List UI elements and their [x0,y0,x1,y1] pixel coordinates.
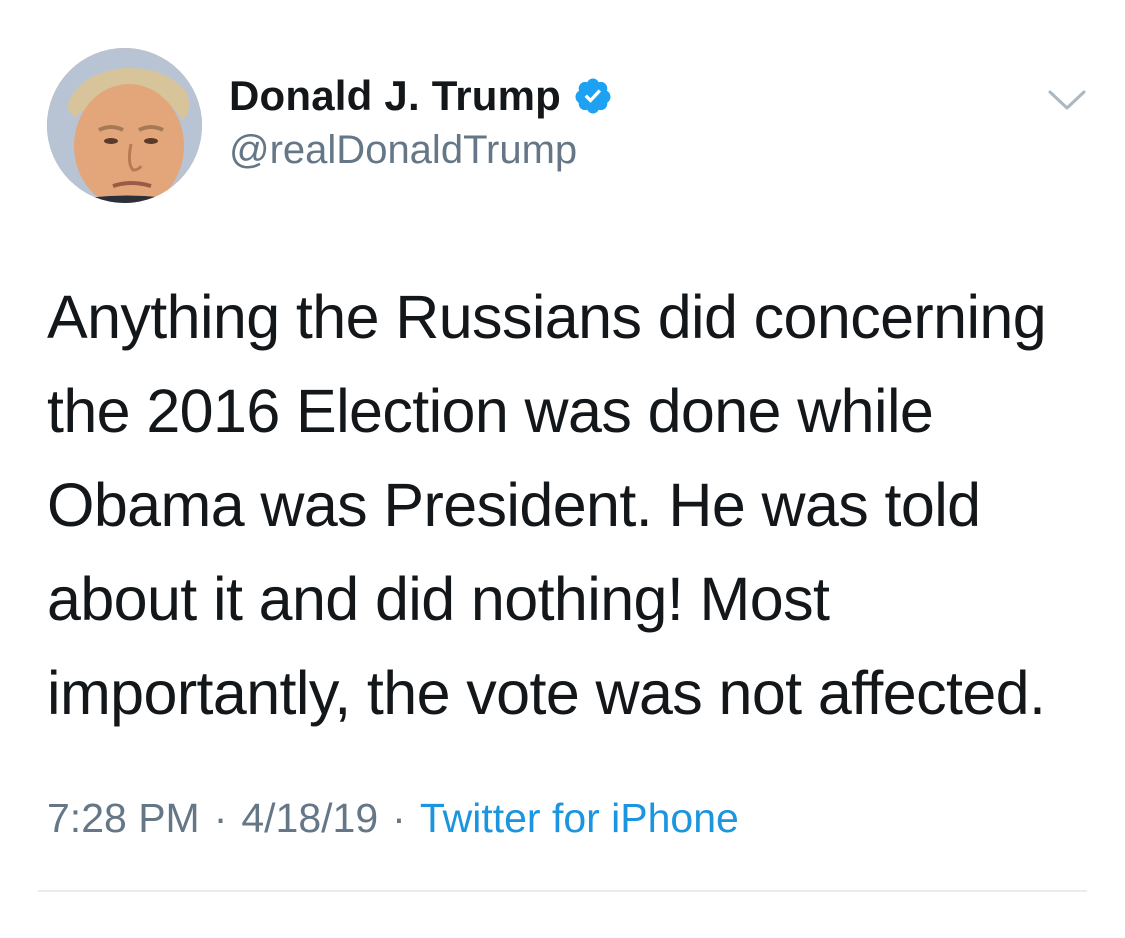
author-names: Donald J. Trump @realDonaldTrump [229,68,613,173]
tweet-card: Donald J. Trump @realDonaldTrump Anythin… [0,0,1125,938]
tweet-header: Donald J. Trump @realDonaldTrump [47,48,1087,204]
avatar-portrait-icon [47,48,202,203]
display-name[interactable]: Donald J. Trump [229,72,561,120]
verified-badge-icon [575,78,611,114]
meta-separator: · [213,795,228,841]
tweet-date[interactable]: 4/18/19 [241,795,378,842]
author-handle[interactable]: @realDonaldTrump [229,128,613,173]
divider [38,890,1087,892]
display-name-row: Donald J. Trump [229,68,613,124]
tweet-time[interactable]: 7:28 PM [47,795,200,842]
tweet-text: Anything the Russians did concerning the… [47,283,1047,727]
chevron-down-icon[interactable] [1047,86,1087,114]
meta-separator: · [392,795,406,841]
tweet-meta: 7:28 PM · 4/18/19 · Twitter for iPhone [47,795,739,842]
tweet-source-link[interactable]: Twitter for iPhone [420,795,739,842]
avatar[interactable] [47,48,202,203]
